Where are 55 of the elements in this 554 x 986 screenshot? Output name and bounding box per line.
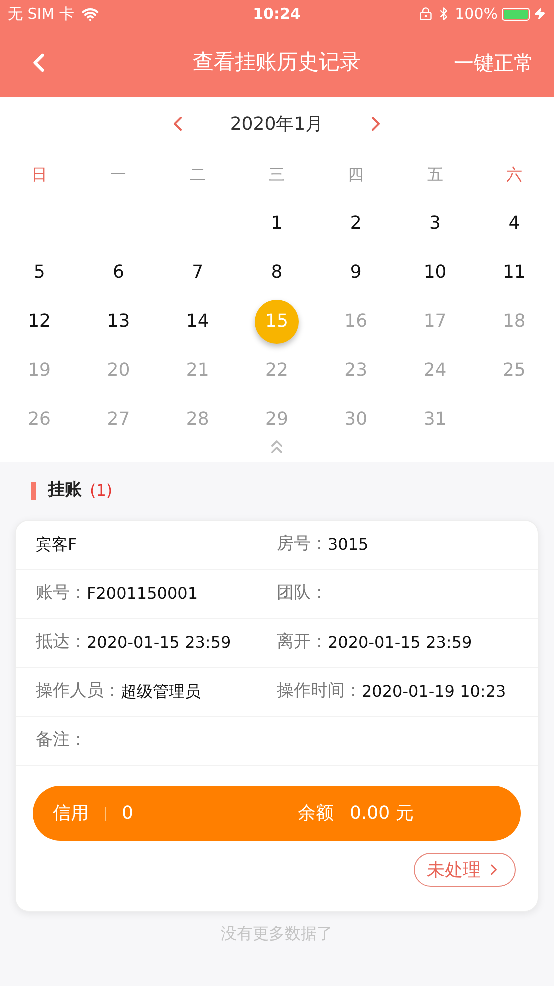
calendar-day[interactable]: 4 — [492, 202, 536, 246]
balance-value: 0.00 元 — [350, 802, 414, 826]
calendar-day[interactable]: 8 — [254, 250, 299, 294]
field-label: 备注： — [36, 729, 87, 752]
status-button[interactable]: 未处理 — [414, 853, 516, 887]
field-label: 操作时间： — [277, 680, 362, 704]
field-label: 抵达： — [36, 631, 87, 654]
credit-value: 0 — [122, 802, 134, 826]
field-value: 宾客F — [36, 534, 78, 556]
calendar-day[interactable]: 5 — [18, 250, 62, 294]
field-value: F2001150001 — [87, 583, 198, 605]
calendar-day[interactable]: 11 — [492, 250, 536, 294]
field-value: 2020-01-15 23:59 — [87, 632, 232, 654]
calendar-day[interactable]: 1 — [254, 202, 299, 246]
weekday-label: 二 — [190, 164, 206, 186]
clock-time: 10:24 — [253, 4, 301, 25]
record-count: (1) — [90, 480, 113, 502]
balance-label: 余额 — [298, 802, 334, 826]
field-value: 超级管理员 — [121, 681, 201, 703]
calendar-day[interactable]: 3 — [413, 202, 458, 246]
calendar-day[interactable]: 14 — [176, 300, 220, 344]
wifi-icon — [82, 6, 100, 22]
field-label: 离开： — [277, 631, 328, 654]
field-label: 操作人员： — [36, 680, 121, 704]
charging-icon — [534, 8, 546, 20]
battery-icon — [502, 8, 530, 20]
section-marker — [31, 482, 36, 500]
calendar-day[interactable]: 7 — [176, 250, 220, 294]
credit-label: 信用 — [53, 802, 89, 826]
page-title: 查看挂账历史记录 — [193, 48, 361, 76]
calendar-day[interactable]: 12 — [18, 300, 62, 344]
field-value: 2020-01-15 23:59 — [328, 632, 472, 654]
calendar-day[interactable]: 15 — [254, 300, 299, 344]
month-label: 2020年1月 — [230, 112, 324, 136]
weekday-label: 五 — [427, 164, 444, 186]
weekday-label: 四 — [348, 164, 364, 186]
field-label: 账号： — [36, 582, 87, 606]
field-label: 团队： — [277, 582, 328, 606]
field-value: 3015 — [328, 534, 369, 556]
weekday-label: 三 — [268, 164, 285, 186]
calendar-day[interactable]: 9 — [334, 250, 378, 294]
section-title: 挂账 — [48, 479, 82, 502]
weekday-label: 一 — [110, 164, 127, 186]
calendar-day[interactable]: 6 — [96, 250, 141, 294]
weekday-label: 日 — [32, 164, 48, 186]
rotation-lock-icon — [419, 7, 434, 21]
normalize-all-button[interactable]: 一键正常 — [454, 48, 534, 78]
field-value: 2020-01-19 10:23 — [362, 681, 506, 703]
weekday-label: 六 — [506, 164, 522, 186]
carrier-label: 无 SIM 卡 — [8, 4, 74, 25]
calendar-day[interactable]: 2 — [334, 202, 378, 246]
calendar-day[interactable]: 10 — [413, 250, 458, 294]
battery-percent: 100% — [455, 4, 498, 25]
calendar-day[interactable]: 13 — [96, 300, 141, 344]
field-label: 房号： — [277, 533, 328, 556]
